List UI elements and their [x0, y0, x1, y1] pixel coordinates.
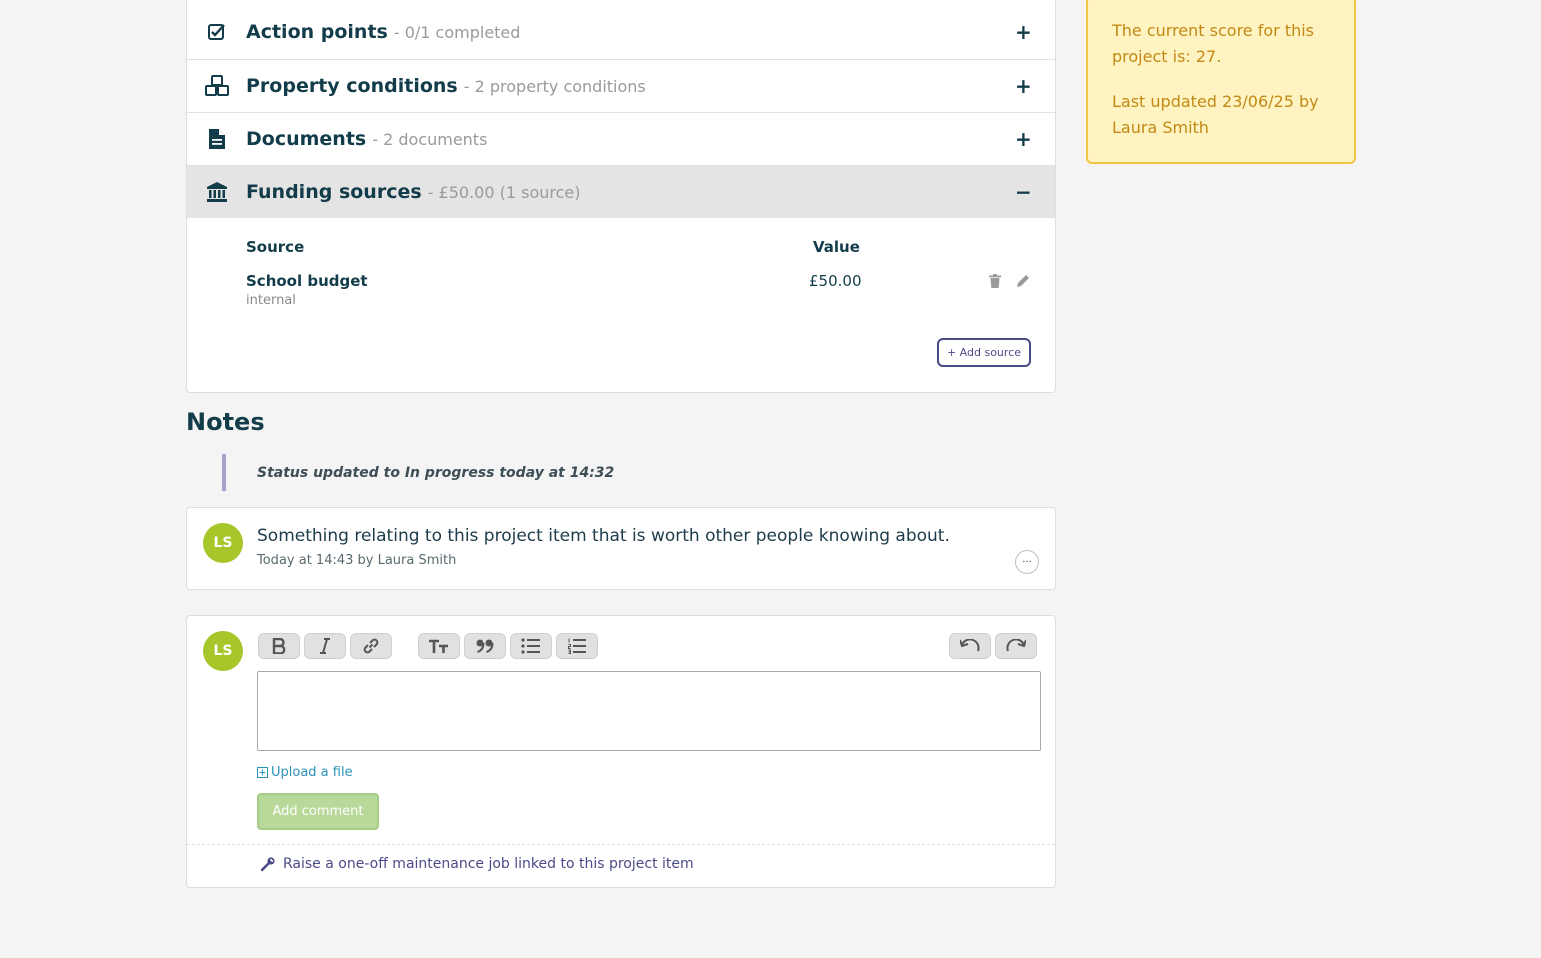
add-comment-button[interactable]: Add comment: [257, 793, 379, 830]
bullet-list-icon: [521, 638, 540, 654]
trash-icon[interactable]: [987, 273, 1003, 289]
section-title: Documents - 2 documents: [246, 128, 488, 150]
quote-button[interactable]: [464, 633, 506, 659]
plus-square-icon: [257, 767, 268, 778]
section-funding-sources[interactable]: Funding sources - £50.00 (1 source) −: [187, 165, 1055, 218]
last-updated-text: Last updated 23/06/25 by Laura Smith: [1112, 92, 1319, 137]
bold-button[interactable]: [258, 633, 300, 659]
bank-icon: [205, 180, 229, 204]
redo-icon: [1006, 639, 1026, 652]
project-sections-accordion: Action points - 0/1 completed + Property …: [186, 0, 1056, 393]
italic-button[interactable]: [304, 633, 346, 659]
funding-source-value: £50.00: [809, 272, 862, 290]
numbered-list-icon: [568, 638, 586, 654]
document-icon: [205, 127, 229, 151]
section-documents[interactable]: Documents - 2 documents +: [187, 112, 1055, 165]
funding-source-type: internal: [246, 293, 296, 308]
funding-sources-panel: Source Value School budget internal £50.…: [187, 218, 1055, 392]
score-text: The current score for this project is: 2…: [1112, 21, 1315, 66]
value-column-header: Value: [813, 238, 860, 256]
funding-source-name: School budget: [246, 272, 368, 290]
raise-maintenance-job-link[interactable]: Raise a one-off maintenance job linked t…: [261, 856, 694, 872]
bullet-list-button[interactable]: [510, 633, 552, 659]
status-update-note: Status updated to In progress today at 1…: [222, 454, 614, 491]
comment-text: Something relating to this project item …: [257, 526, 950, 546]
expand-toggle[interactable]: +: [1015, 22, 1032, 42]
avatar: LS: [203, 523, 243, 563]
add-source-button[interactable]: + Add source: [937, 338, 1031, 367]
collapse-toggle[interactable]: −: [1015, 182, 1032, 202]
section-title: Property conditions - 2 property conditio…: [246, 75, 646, 97]
expand-toggle[interactable]: +: [1015, 129, 1032, 149]
comment-editor[interactable]: [257, 671, 1041, 751]
section-title: Funding sources - £50.00 (1 source): [246, 181, 581, 203]
undo-icon: [960, 639, 980, 652]
italic-icon: [320, 638, 330, 654]
undo-button[interactable]: [949, 633, 991, 659]
source-column-header: Source: [246, 238, 305, 256]
wrench-icon: [261, 857, 275, 871]
project-score-box: The current score for this project is: 2…: [1086, 0, 1356, 164]
comment-card: LS Something relating to this project it…: [186, 507, 1056, 590]
numbered-list-button[interactable]: [556, 633, 598, 659]
link-icon: [363, 638, 379, 654]
pencil-icon[interactable]: [1015, 273, 1031, 289]
link-button[interactable]: [350, 633, 392, 659]
section-property-conditions[interactable]: Property conditions - 2 property conditio…: [187, 59, 1055, 112]
avatar: LS: [203, 631, 243, 671]
upload-file-link[interactable]: Upload a file: [257, 765, 353, 780]
heading-button[interactable]: [418, 633, 460, 659]
section-action-points[interactable]: Action points - 0/1 completed +: [187, 0, 1055, 59]
comment-composer: LS Upload a file Add comment Raise a one…: [186, 615, 1056, 888]
more-options-button[interactable]: ···: [1015, 550, 1039, 574]
redo-button[interactable]: [995, 633, 1037, 659]
cubes-icon: [205, 74, 229, 98]
quote-icon: [476, 639, 494, 653]
checkbox-icon: [205, 20, 229, 44]
expand-toggle[interactable]: +: [1015, 76, 1032, 96]
section-title: Action points - 0/1 completed: [246, 21, 521, 43]
bold-icon: [272, 638, 286, 654]
text-size-icon: [429, 639, 448, 653]
divider: [187, 844, 1055, 845]
comment-meta: Today at 14:43 by Laura Smith: [257, 553, 457, 568]
notes-heading: Notes: [186, 408, 265, 436]
